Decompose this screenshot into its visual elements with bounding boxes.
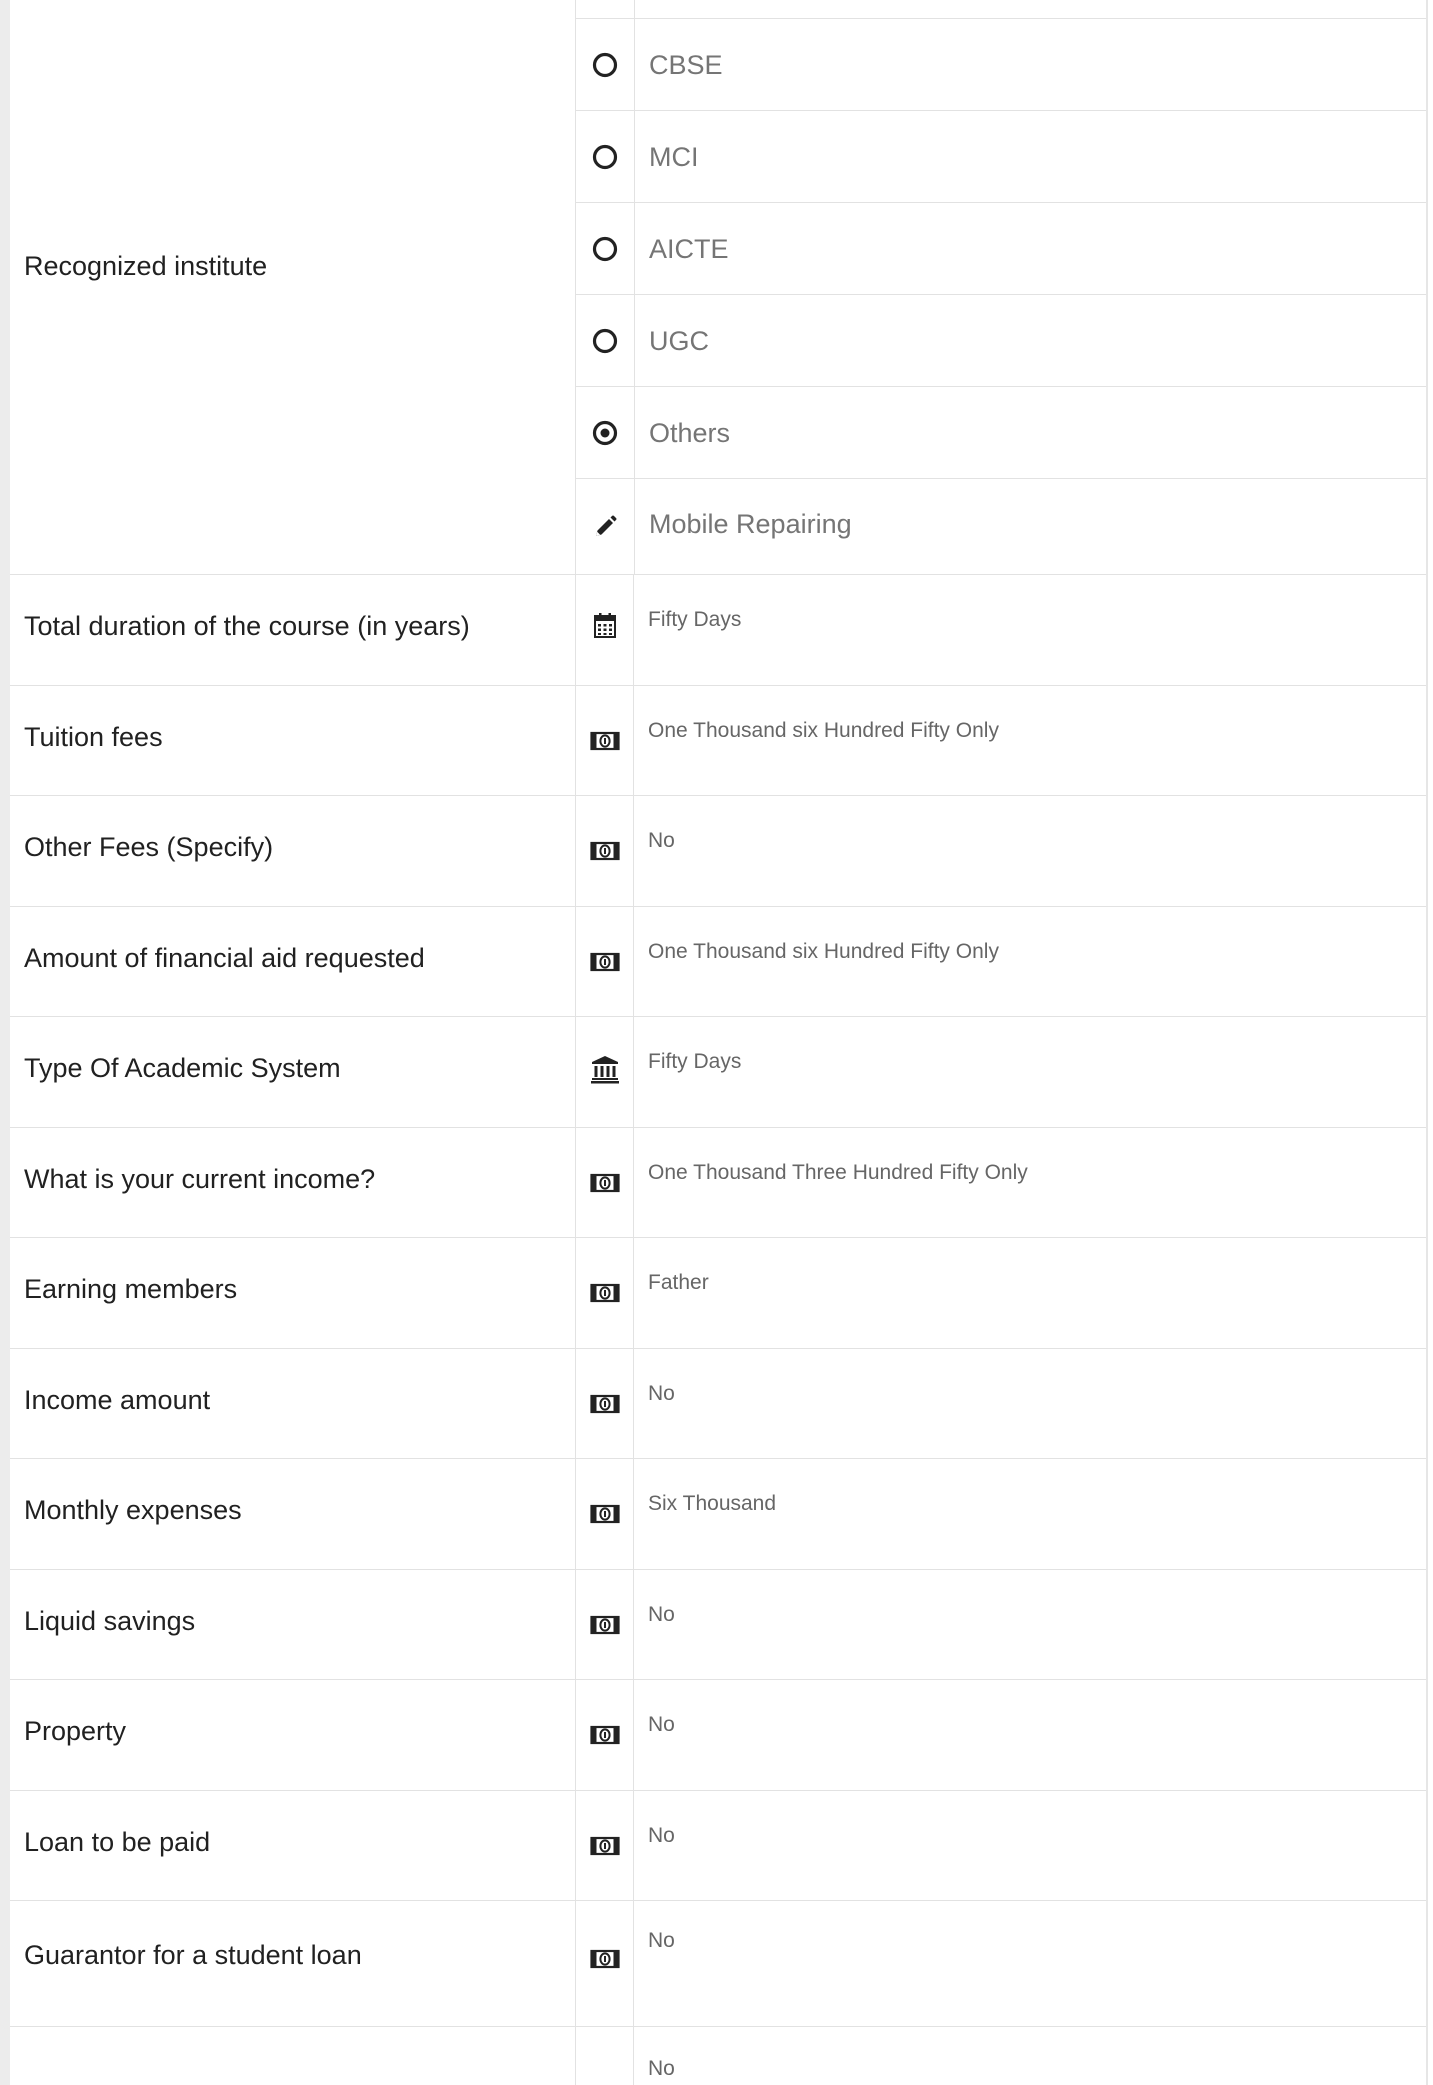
field-label: Income amount: [24, 1385, 211, 1415]
field-label: Guarantor for a student loan: [24, 1940, 362, 1970]
row-course-duration: Total duration of the course (in years) …: [10, 575, 1426, 686]
field-value: No: [648, 1713, 675, 1736]
row-guarantor: Guarantor for a student loan No: [10, 1901, 1426, 2027]
row-income-amount: Income amount No: [10, 1349, 1426, 1459]
field-value: Six Thousand: [648, 1492, 777, 1515]
money-icon: [589, 1283, 620, 1303]
option-other-specify[interactable]: Mobile Repairing: [575, 479, 1426, 574]
field-value: No: [648, 829, 675, 852]
money-icon: [589, 731, 620, 751]
field-value: No: [648, 1929, 675, 1952]
option-label: CBSE: [649, 50, 723, 80]
option-cbse[interactable]: CBSE: [575, 19, 1426, 111]
calendar-icon: [593, 613, 616, 638]
money-icon: [589, 841, 620, 861]
field-label: Total duration of the course (in years): [24, 611, 470, 641]
radio-checked-icon[interactable]: [591, 419, 619, 447]
radio-unchecked-icon[interactable]: [591, 51, 619, 79]
row-monthly-expenses: Monthly expenses Six Thousand: [10, 1459, 1426, 1570]
application-details-table: Recognized institute CBSE MCI AICTE UGC …: [10, 0, 1428, 2085]
row-liquid-savings: Liquid savings No: [10, 1570, 1426, 1680]
row-loan-to-be-paid: Loan to be paid No: [10, 1791, 1426, 1901]
field-value: Father: [648, 1271, 709, 1294]
row-financial-aid: Amount of financial aid requested One Th…: [10, 907, 1426, 1017]
field-value: No: [648, 1603, 675, 1626]
money-icon: [589, 1615, 620, 1635]
option-label: Mobile Repairing: [649, 509, 852, 539]
money-icon: [589, 1836, 620, 1856]
field-label: Loan to be paid: [24, 1827, 211, 1857]
page-left-margin: [0, 0, 10, 2085]
row-earning-members: Earning members Father: [10, 1238, 1426, 1349]
row-academic-system: Type Of Academic System Fifty Days: [10, 1017, 1426, 1128]
row-partial: No: [10, 2027, 1426, 2085]
option-mci[interactable]: MCI: [575, 111, 1426, 203]
recognized-institute-group: Recognized institute CBSE MCI AICTE UGC …: [10, 19, 1426, 575]
option-label: Others: [649, 418, 731, 448]
table-top-edge: [575, 0, 1426, 19]
field-value: One Thousand Three Hundred Fifty Only: [648, 1161, 1028, 1184]
field-value: One Thousand six Hundred Fifty Only: [648, 940, 999, 963]
money-icon: [589, 1394, 620, 1414]
field-label: Other Fees (Specify): [24, 832, 274, 862]
option-others[interactable]: Others: [575, 387, 1426, 479]
field-value: Fifty Days: [648, 608, 742, 631]
field-value: No: [648, 1382, 675, 1405]
radio-unchecked-icon[interactable]: [591, 143, 619, 171]
field-value: No: [648, 1824, 675, 1847]
field-label: Liquid savings: [24, 1606, 196, 1636]
row-property: Property No: [10, 1680, 1426, 1791]
field-label: Amount of financial aid requested: [24, 943, 425, 973]
money-icon: [589, 1725, 620, 1745]
field-label: Monthly expenses: [24, 1495, 242, 1525]
field-value: One Thousand six Hundred Fifty Only: [648, 719, 999, 742]
field-value: No: [648, 2057, 675, 2080]
row-current-income: What is your current income? One Thousan…: [10, 1128, 1426, 1238]
option-label: AICTE: [649, 234, 729, 264]
option-label: UGC: [649, 326, 709, 356]
row-tuition-fees: Tuition fees One Thousand six Hundred Fi…: [10, 686, 1426, 796]
option-label: MCI: [649, 142, 699, 172]
money-icon: [589, 952, 620, 972]
money-icon: [589, 1173, 620, 1193]
option-aicte[interactable]: AICTE: [575, 203, 1426, 295]
money-icon: [589, 1949, 620, 1969]
row-other-fees: Other Fees (Specify) No: [10, 796, 1426, 907]
field-label: Property: [24, 1716, 127, 1746]
field-label: Type Of Academic System: [24, 1053, 341, 1083]
field-label: Earning members: [24, 1274, 238, 1304]
money-icon: [589, 1504, 620, 1524]
field-value: Fifty Days: [648, 1050, 742, 1073]
radio-unchecked-icon[interactable]: [591, 327, 619, 355]
field-label: Tuition fees: [24, 722, 163, 752]
field-label: What is your current income?: [24, 1164, 376, 1194]
recognized-institute-label: Recognized institute: [24, 251, 268, 281]
bank-icon: [590, 1056, 619, 1084]
option-ugc[interactable]: UGC: [575, 295, 1426, 387]
radio-unchecked-icon[interactable]: [591, 235, 619, 263]
pencil-icon: [596, 515, 617, 536]
